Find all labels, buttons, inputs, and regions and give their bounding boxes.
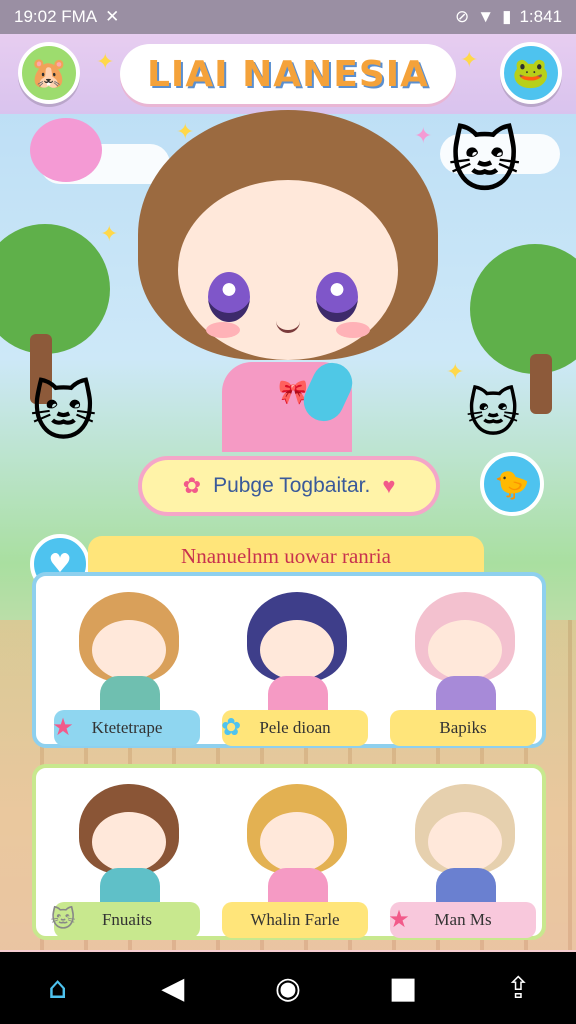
wifi-icon: ▼ [477, 7, 495, 26]
share-button[interactable]: ⇪ [488, 958, 548, 1018]
character-face [260, 812, 334, 872]
character-card[interactable]: Ktetetrape ★ [44, 586, 204, 746]
cat-icon: 🐱 [30, 376, 97, 450]
balloon-icon [30, 118, 102, 182]
character-body [436, 868, 496, 902]
tree-trunk [530, 354, 552, 414]
character-card[interactable]: Bapiks [380, 586, 540, 746]
sparkle-icon: ✦ [414, 124, 433, 149]
tree [470, 244, 576, 374]
status-time: 19:02 FMA [14, 7, 98, 26]
cat-icon: 🐱 [466, 384, 521, 444]
tree [0, 224, 110, 354]
character-eye [208, 272, 250, 322]
home-circle-button[interactable]: ◉ [258, 958, 318, 1018]
pet-menu-button[interactable]: 🐸 [500, 42, 562, 104]
sparkle-icon: ✦ [96, 50, 115, 75]
character-body [268, 676, 328, 710]
promo-button[interactable]: ✿ Pubge Togbaitar. ♥ [138, 456, 440, 516]
character-card[interactable]: Pele dioan ✿ [212, 586, 372, 746]
character-card[interactable]: Fnuaits 🐱 [44, 778, 204, 938]
home-icon: ⌂ [48, 970, 68, 1006]
character-card[interactable]: Man Ms ★ [380, 778, 540, 938]
character-body [436, 676, 496, 710]
status-bar: 19:02 FMA ✕ ⊘ ▼ ▮ 1:841 [0, 0, 576, 34]
character-face [428, 620, 502, 680]
character-label: Whalin Farle [222, 902, 368, 938]
character-blush [336, 322, 370, 338]
character-blush [206, 322, 240, 338]
status-clock: 1:841 [519, 7, 562, 26]
character-face [92, 812, 166, 872]
cat-icon: 🐱 [448, 120, 521, 202]
sparkle-icon: ✦ [446, 360, 465, 385]
star-icon: ★ [388, 905, 410, 933]
character-body [100, 868, 160, 902]
heart-icon: ♥ [382, 473, 396, 498]
sparkle-icon: ✦ [460, 48, 479, 73]
bird-button[interactable]: 🐤 [480, 452, 544, 516]
cat-icon: 🐱 [50, 905, 76, 933]
bird-icon: 🐤 [494, 467, 530, 501]
hamster-icon: 🐹 [30, 55, 68, 91]
no-sim-icon: ⊘ [455, 7, 470, 26]
share-icon: ⇪ [505, 970, 531, 1006]
character-label: Bapiks [390, 710, 536, 746]
star-icon: ✿ [182, 473, 202, 498]
character-face [428, 812, 502, 872]
app-title: LIAI NANESIA [120, 44, 456, 104]
character-panel-2: Fnuaits 🐱 Whalin Farle Man Ms ★ [32, 764, 546, 940]
home-button[interactable]: ⌂ [28, 958, 88, 1018]
flower-icon: ✿ [220, 713, 242, 741]
character-eye [316, 272, 358, 322]
sparkle-icon: ✦ [100, 222, 119, 247]
character-face [92, 620, 166, 680]
star-icon: ★ [52, 713, 74, 741]
back-icon: ◀ [161, 970, 185, 1006]
character-face [260, 620, 334, 680]
character-card[interactable]: Whalin Farle [212, 778, 372, 938]
recents-icon: ■ [388, 970, 418, 1006]
promo-label: Pubge Togbaitar. [213, 474, 371, 497]
profile-avatar-button[interactable]: 🐹 [18, 42, 80, 104]
section-title: Nnanuelnm uowar ranria [88, 536, 484, 576]
character-body [268, 868, 328, 902]
character-panel-1: Ktetetrape ★ Pele dioan ✿ Bapiks [32, 572, 546, 748]
home-circle-icon: ◉ [274, 970, 302, 1006]
recents-button[interactable]: ■ [373, 958, 433, 1018]
navigation-bar: ⌂ ◀ ◉ ■ ⇪ [0, 952, 576, 1024]
debug-icon: ✕ [105, 7, 120, 26]
character-body [100, 676, 160, 710]
battery-icon: ▮ [502, 7, 512, 26]
pet-face-icon: 🐸 [512, 55, 550, 91]
back-button[interactable]: ◀ [143, 958, 203, 1018]
